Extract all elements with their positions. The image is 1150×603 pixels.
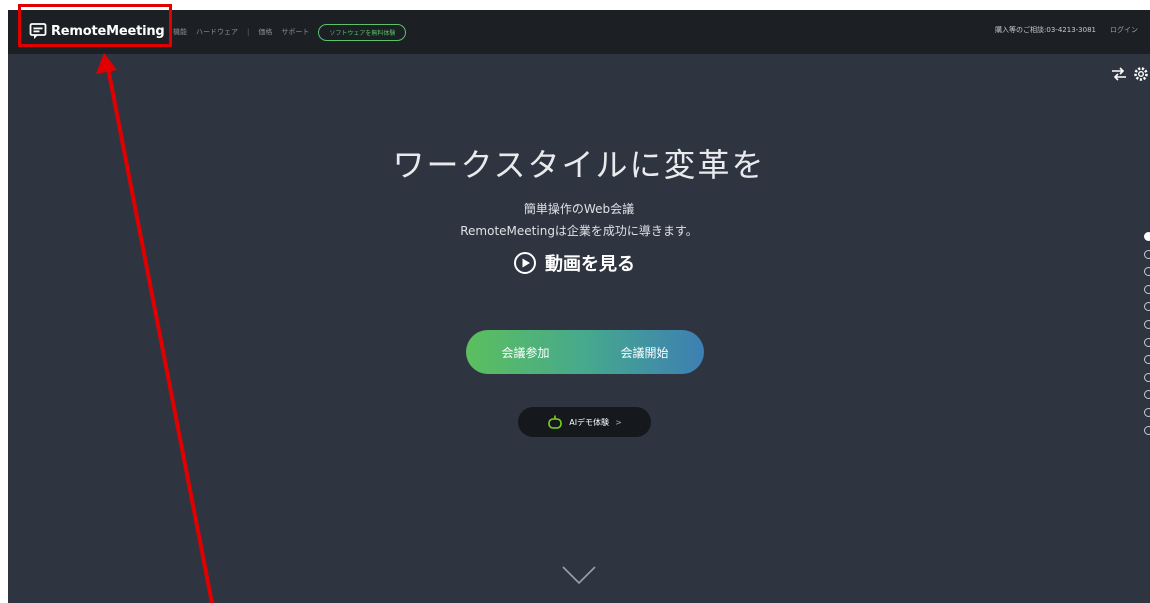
ai-demo-button[interactable]: AIデモ体験 >: [518, 407, 651, 437]
gear-icon[interactable]: [1132, 65, 1150, 83]
pagination-dot[interactable]: [1144, 390, 1150, 400]
pagination-dot[interactable]: [1144, 425, 1150, 435]
hero-subtitle-2: RemoteMeetingは企業を成功に導きます。: [460, 224, 698, 238]
pagination-dot[interactable]: [1144, 249, 1150, 259]
main-nav: 機能 ハードウェア | 価格 サポート ソフトウェアを無料体験: [173, 23, 407, 41]
logo-text: RemoteMeeting: [51, 23, 165, 39]
robot-icon: [548, 415, 563, 429]
nav-item-support[interactable]: サポート: [281, 27, 309, 37]
start-meeting-button[interactable]: 会議開始: [585, 330, 704, 374]
pagination-dot[interactable]: [1144, 355, 1150, 365]
translate-icon[interactable]: [1110, 65, 1128, 83]
app-frame: RemoteMeeting 機能 ハードウェア | 価格 サポート ソフトウェア…: [8, 10, 1150, 603]
chevron-down-icon[interactable]: [561, 565, 597, 585]
top-navigation-bar: RemoteMeeting 機能 ハードウェア | 価格 サポート ソフトウェア…: [8, 10, 1150, 54]
watch-video-link[interactable]: 動画を見る: [513, 250, 635, 276]
nav-divider: |: [247, 28, 250, 36]
header-right: 購入等のご相談:03-4213-3081 ログイン: [995, 25, 1138, 35]
pagination-dot[interactable]: [1144, 319, 1150, 329]
chevron-right-icon: >: [615, 417, 622, 427]
slide-pagination: [1144, 232, 1150, 435]
pagination-dot[interactable]: [1144, 267, 1150, 277]
pagination-dot[interactable]: [1144, 337, 1150, 347]
pagination-dot[interactable]: [1144, 407, 1150, 417]
chat-logo-icon: [29, 23, 47, 39]
pagination-dot[interactable]: [1144, 372, 1150, 382]
pagination-dot[interactable]: [1144, 284, 1150, 294]
watch-video-label: 動画を見る: [545, 254, 635, 275]
pagination-dot[interactable]: [1144, 302, 1150, 312]
contact-phone: 購入等のご相談:03-4213-3081: [995, 26, 1096, 34]
login-link[interactable]: ログイン: [1110, 25, 1138, 35]
logo[interactable]: RemoteMeeting: [29, 20, 165, 42]
nav-item-pricing[interactable]: 価格: [258, 27, 272, 37]
hero-title: ワークスタイルに変革を: [392, 146, 766, 184]
play-circle-icon: [514, 252, 536, 274]
meeting-button-group: 会議参加 会議開始: [466, 330, 704, 374]
join-meeting-button[interactable]: 会議参加: [466, 330, 585, 374]
free-trial-button[interactable]: ソフトウェアを無料体験: [318, 23, 407, 41]
pagination-dot[interactable]: [1144, 232, 1150, 241]
utility-icons: [1110, 65, 1150, 83]
nav-item-features[interactable]: 機能: [173, 27, 187, 37]
hero-subtitle-1: 簡単操作のWeb会議: [523, 202, 635, 216]
nav-item-hardware[interactable]: ハードウェア: [196, 27, 238, 37]
ai-demo-label: AIデモ体験: [569, 417, 610, 427]
